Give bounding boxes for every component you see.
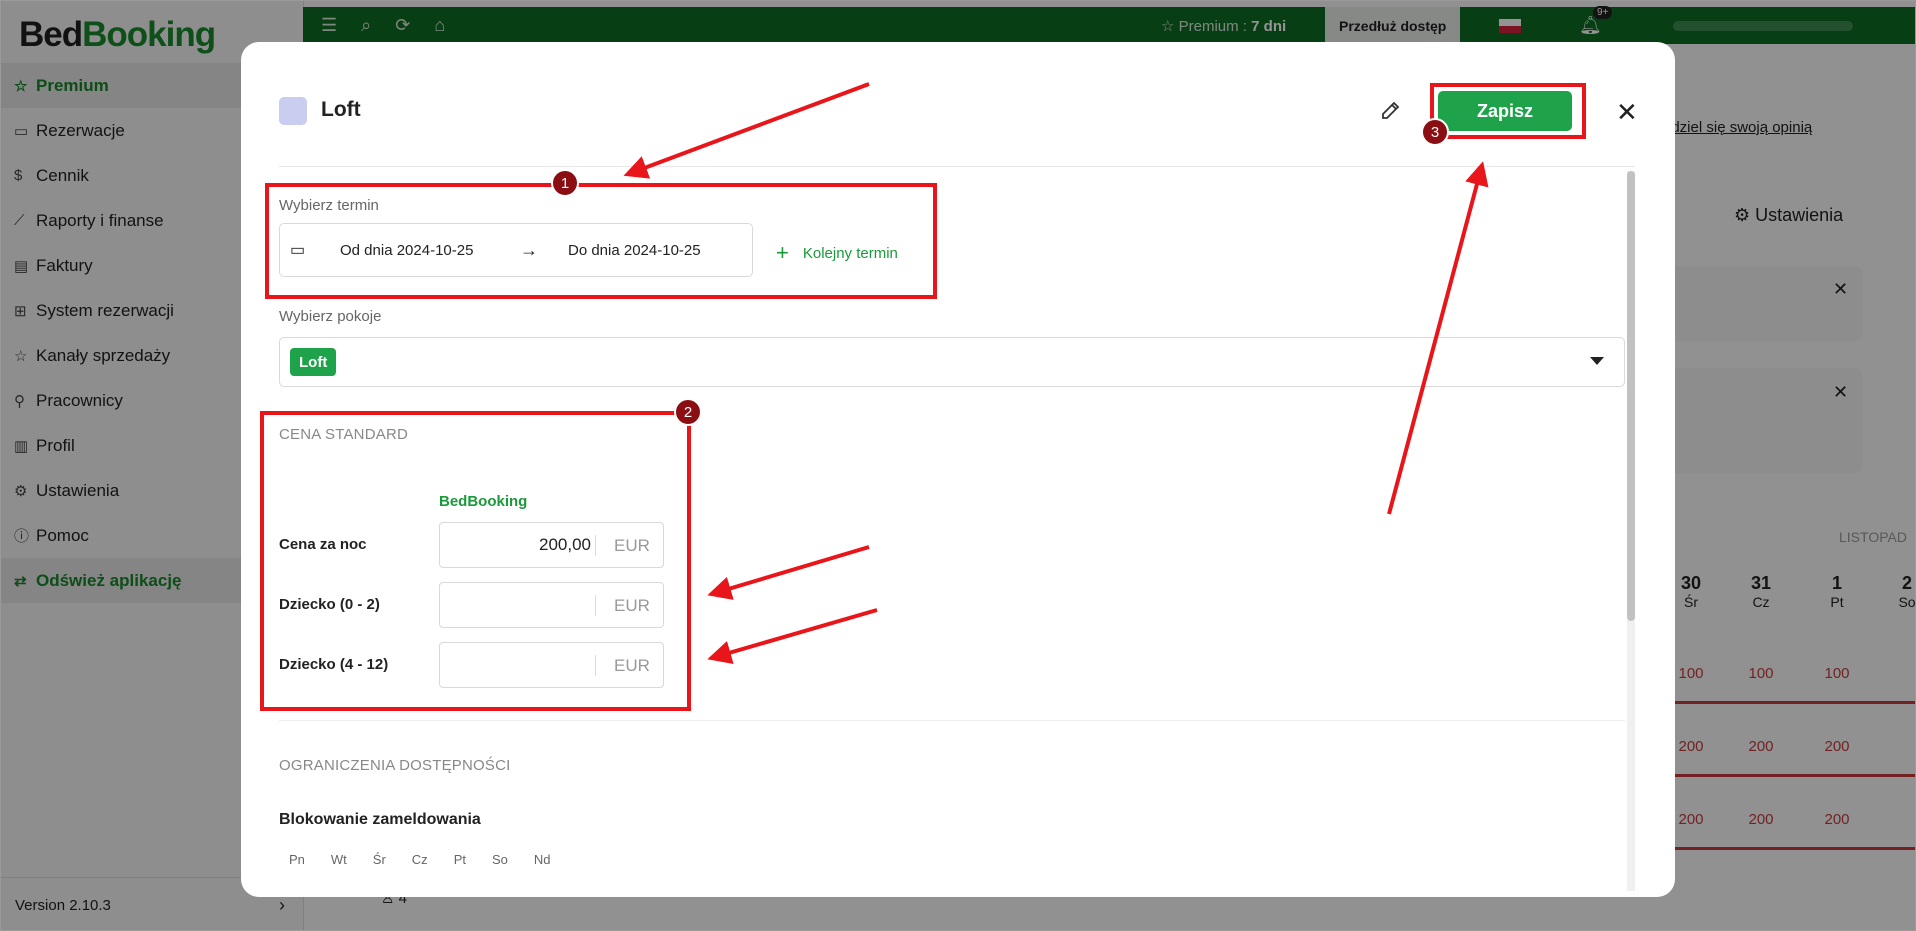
arrow-to-save	[1387, 161, 1489, 515]
arrow-to-child-price-1	[707, 545, 870, 600]
arrow-to-child-price-2	[707, 608, 878, 665]
annotation-arrows	[623, 82, 1489, 665]
screenshot-frame: BedBooking ☆ Premium ▭ Rezerwacje $ Cennik …	[0, 0, 1916, 931]
arrow-to-dates	[623, 82, 870, 179]
